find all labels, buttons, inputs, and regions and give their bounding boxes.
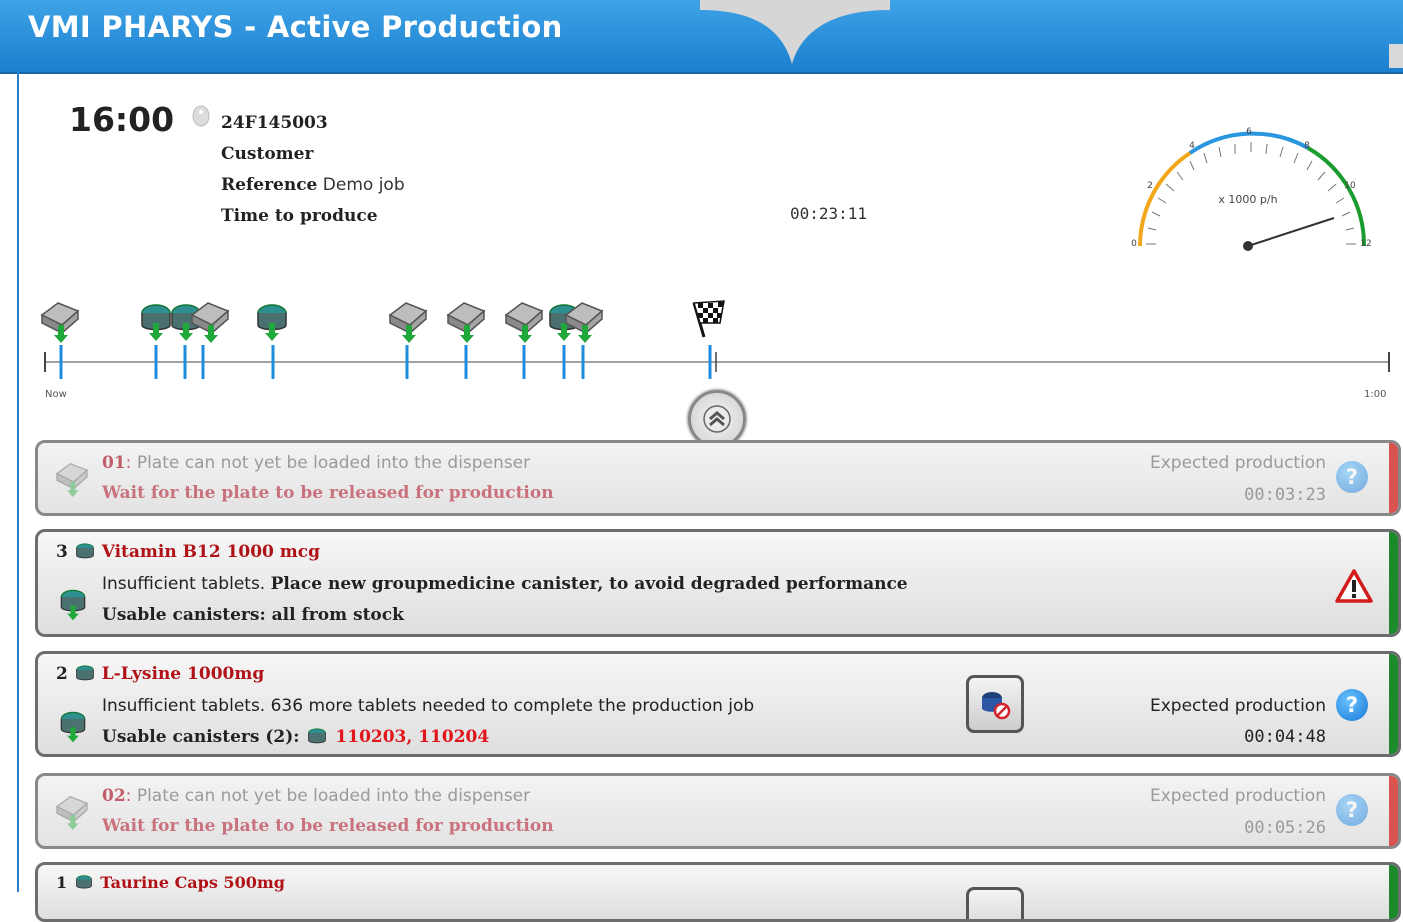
plate-icon — [446, 302, 486, 343]
timeline-end-label: 1:00 — [1364, 389, 1387, 400]
reference-value: Demo job — [322, 175, 405, 195]
card-message: Insufficient tablets. Place new groupmed… — [102, 574, 908, 594]
customer-label: Customer — [221, 144, 314, 164]
usable-canisters-ids: 110203, 110204 — [335, 727, 490, 747]
help-button[interactable]: ? — [1336, 689, 1368, 721]
plate-message: Plate can not yet be loaded into the dis… — [136, 786, 531, 806]
warning-icon[interactable] — [1334, 568, 1374, 604]
tab-notch — [700, 0, 890, 64]
time-to-produce-label: Time to produce — [221, 206, 378, 226]
medicine-name: L-Lysine 1000mg — [101, 664, 265, 684]
usable-canisters: Usable canisters: all from stock — [102, 605, 404, 625]
status-stripe — [1389, 443, 1398, 513]
job-info: 24F145003 Customer Reference Demo job Ti… — [221, 108, 405, 232]
canister-icon — [257, 304, 287, 341]
message-bold: Place new groupmedicine canister, to avo… — [270, 574, 908, 594]
current-time: 16:00 — [69, 100, 175, 139]
time-to-produce-value: 00:23:11 — [790, 204, 868, 223]
finish-flag-icon — [692, 300, 725, 338]
double-chevron-up-icon — [703, 405, 731, 433]
production-card-taurine[interactable]: 1 Taurine Caps 500mg — [35, 862, 1401, 922]
plate-number: 01 — [102, 453, 126, 473]
question-icon: ? — [1345, 798, 1359, 822]
gauge-tick-2: 2 — [1147, 181, 1153, 191]
card-line1: 02: Plate can not yet be loaded into the… — [102, 786, 531, 806]
speed-gauge: 0 2 4 6 8 10 12 x 1000 p/h — [1131, 127, 1372, 251]
plate-icon — [388, 302, 428, 343]
medicine-name: Vitamin B12 1000 mcg — [101, 542, 321, 562]
status-stripe — [1389, 654, 1398, 754]
canister-count: 2 — [56, 664, 68, 684]
gauge-tick-10: 10 — [1344, 181, 1356, 191]
card-title: 3 Vitamin B12 1000 mcg — [56, 542, 320, 562]
gauge-tick-4: 4 — [1189, 141, 1195, 151]
gauge-unit-label: x 1000 p/h — [1218, 193, 1277, 206]
help-button[interactable]: ? — [1336, 461, 1368, 493]
canister-disabled-icon — [982, 692, 1011, 720]
left-border — [17, 72, 19, 892]
tag-icon — [192, 105, 210, 127]
production-card-plate-01[interactable]: 01: Plate can not yet be loaded into the… — [35, 440, 1401, 516]
expected-production-label: Expected production — [1149, 696, 1326, 716]
reference-row: Reference Demo job — [221, 170, 405, 201]
expected-production-label: Expected production — [1149, 786, 1326, 806]
card-title: 2 L-Lysine 1000mg — [56, 664, 264, 684]
usable-canisters-label: Usable canisters (2): — [102, 727, 300, 747]
gauge-tick-12: 12 — [1360, 239, 1371, 249]
status-stripe — [1389, 865, 1398, 919]
question-icon: ? — [1345, 693, 1359, 717]
expected-production-label: Expected production — [1149, 453, 1326, 473]
canister-icon — [75, 665, 94, 681]
production-timeline[interactable]: Now 1:00 — [40, 295, 1400, 405]
plate-instruction: Wait for the plate to be released for pr… — [102, 816, 554, 836]
gauge-tick-6: 6 — [1246, 127, 1252, 137]
canister-icon — [141, 304, 171, 341]
message-normal: Insufficient tablets. — [102, 574, 266, 594]
timeline-start-label: Now — [45, 389, 67, 400]
production-card-vitamin-b12[interactable]: 3 Vitamin B12 1000 mcg Insufficient tabl… — [35, 529, 1401, 637]
plate-message: Plate can not yet be loaded into the dis… — [136, 453, 531, 473]
gauge-tick-0: 0 — [1131, 239, 1137, 249]
disable-canister-button[interactable] — [966, 887, 1024, 919]
page-title: VMI PHARYS - Active Production — [28, 10, 563, 44]
plate-icon — [55, 462, 89, 497]
canister-refill-icon — [60, 711, 86, 743]
card-title: 1 Taurine Caps 500mg — [56, 873, 285, 892]
status-stripe — [1389, 532, 1398, 634]
expected-production-time: 00:03:23 — [1244, 485, 1326, 505]
canister-refill-icon — [60, 589, 86, 621]
canister-icon — [308, 728, 327, 744]
canister-count: 1 — [56, 873, 68, 892]
job-id: 24F145003 — [221, 113, 328, 133]
reference-label: Reference — [221, 175, 318, 195]
question-icon: ? — [1345, 465, 1359, 489]
help-button[interactable]: ? — [1336, 794, 1368, 826]
plate-icon — [40, 302, 80, 343]
card-line1: 01: Plate can not yet be loaded into the… — [102, 453, 531, 473]
gauge-tick-8: 8 — [1304, 141, 1310, 151]
plate-instruction: Wait for the plate to be released for pr… — [102, 483, 554, 503]
canister-icon — [75, 543, 94, 559]
disable-canister-button[interactable] — [966, 675, 1024, 733]
status-stripe — [1389, 776, 1398, 846]
window-resize-handle[interactable] — [1389, 44, 1403, 68]
expected-production-time: 00:05:26 — [1244, 818, 1326, 838]
production-card-plate-02[interactable]: 02: Plate can not yet be loaded into the… — [35, 773, 1401, 849]
plate-icon — [504, 302, 544, 343]
production-card-l-lysine[interactable]: 2 L-Lysine 1000mg Insufficient tablets. … — [35, 651, 1401, 757]
usable-canisters: Usable canisters (2): 110203, 110204 — [102, 727, 489, 747]
canister-icon — [75, 875, 92, 889]
canister-count: 3 — [56, 542, 68, 562]
timeline-track — [40, 300, 1390, 379]
title-bar: VMI PHARYS - Active Production — [0, 0, 1403, 74]
expected-production-time: 00:04:48 — [1244, 727, 1326, 747]
medicine-name: Taurine Caps 500mg — [100, 873, 285, 892]
card-message: Insufficient tablets. 636 more tablets n… — [102, 696, 755, 716]
plate-number: 02 — [102, 786, 126, 806]
plate-icon — [55, 795, 89, 830]
